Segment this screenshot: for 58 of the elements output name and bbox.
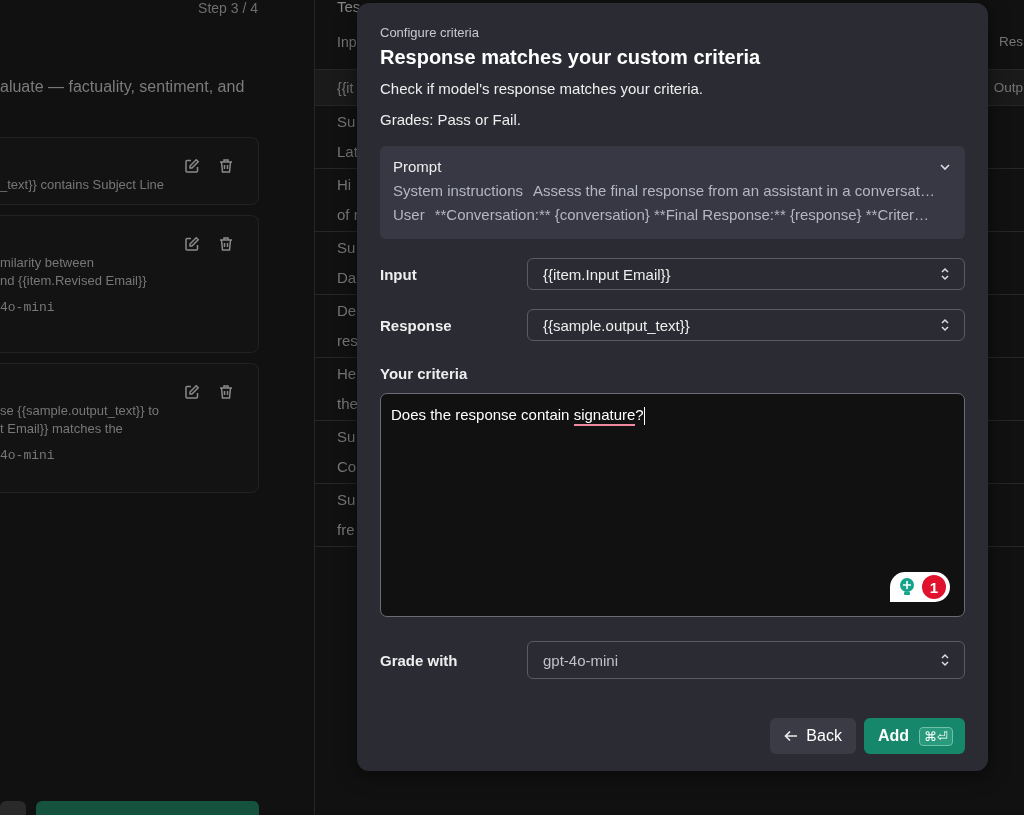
updown-icon <box>940 318 950 332</box>
dialog-title: Response matches your custom criteria <box>380 46 762 69</box>
add-button[interactable]: Add ⌘⏎ <box>863 718 965 754</box>
prompt-panel[interactable]: Prompt System instructions Assess the final response from an assistant in a conversat… User **Conversation:** {conversation} **Final Response:** {response} **Criter… <box>380 146 965 239</box>
prompt-message: System instructions Assess the final response from an assistant in a conversat… <box>393 181 936 201</box>
model-name: 4o-mini <box>0 448 56 463</box>
table-cell: {{it <box>337 79 354 96</box>
criteria-text: _text}} contains Subject Line <box>0 176 166 194</box>
field-label: Grade with <box>380 651 459 669</box>
edit-icon[interactable] <box>184 384 200 400</box>
table-cell-text: Da <box>337 268 357 288</box>
updown-icon <box>940 267 950 281</box>
lightbulb-icon <box>898 577 916 597</box>
table-cell-text: Lat <box>337 142 358 162</box>
suggestion-count: 1 <box>922 575 946 599</box>
delete-icon[interactable] <box>218 384 234 400</box>
field-label: Response <box>380 316 453 334</box>
edit-icon[interactable] <box>184 236 200 252</box>
table-cell-text: De <box>337 301 358 321</box>
prompt-message: User **Conversation:** {conversation} **Final Response:** {response} **Criter… <box>393 205 931 225</box>
criteria-text: t Email}} matches the <box>0 420 124 438</box>
column-header: Inp <box>337 33 357 50</box>
grades-text: Grades: Pass or Fail. <box>380 111 522 128</box>
select-field[interactable]: {{sample.output_text}} <box>527 309 965 341</box>
table-cell-text: Co <box>337 457 357 477</box>
field-label: Input <box>380 265 418 283</box>
criteria-text: nd {{item.Revised Email}} <box>0 272 148 290</box>
delete-icon[interactable] <box>218 236 234 252</box>
criteria-text: milarity between <box>0 254 95 272</box>
description-text: aluate — factuality, sentiment, and <box>0 77 245 97</box>
delete-icon[interactable] <box>218 158 234 174</box>
table-cell-text: Su <box>337 490 356 510</box>
dialog-subtitle: Configure criteria <box>380 25 480 41</box>
field-label: Your criteria <box>380 365 469 382</box>
criteria-text: se {{sample.output_text}} to <box>0 402 160 420</box>
table-cell-text: fre <box>337 520 356 540</box>
arrow-left-icon <box>784 730 799 742</box>
edit-icon[interactable] <box>184 158 200 174</box>
table-cell-text: He <box>337 364 358 384</box>
table-cell-text: Su <box>337 112 357 132</box>
prompt-label: Prompt <box>393 158 442 175</box>
table-cell-text: Su <box>337 427 357 447</box>
back-button[interactable]: Back <box>770 718 856 754</box>
updown-icon <box>940 653 950 667</box>
dialog-description: Check if model's response matches your criteria. <box>380 80 704 97</box>
criteria-field[interactable]: Does the response contain signature? 1 <box>380 393 965 617</box>
suggestion-badge[interactable]: 1 <box>890 572 950 602</box>
table-cell-text: res <box>337 331 358 351</box>
select-field[interactable]: gpt-4o-mini <box>527 641 965 679</box>
column-header: Res <box>999 34 1024 49</box>
table-cell-text: the <box>337 394 358 414</box>
table-cell-text: Su <box>337 238 357 258</box>
model-name: 4o-mini <box>0 300 56 315</box>
shortcut-hint: ⌘⏎ <box>919 726 953 746</box>
select-field[interactable]: {{item.Input Email}} <box>527 258 965 290</box>
table-cell: Outp <box>993 80 1024 95</box>
step-indicator: Step 3 / 4 <box>198 0 258 16</box>
table-cell-text: Hi <box>337 175 353 195</box>
